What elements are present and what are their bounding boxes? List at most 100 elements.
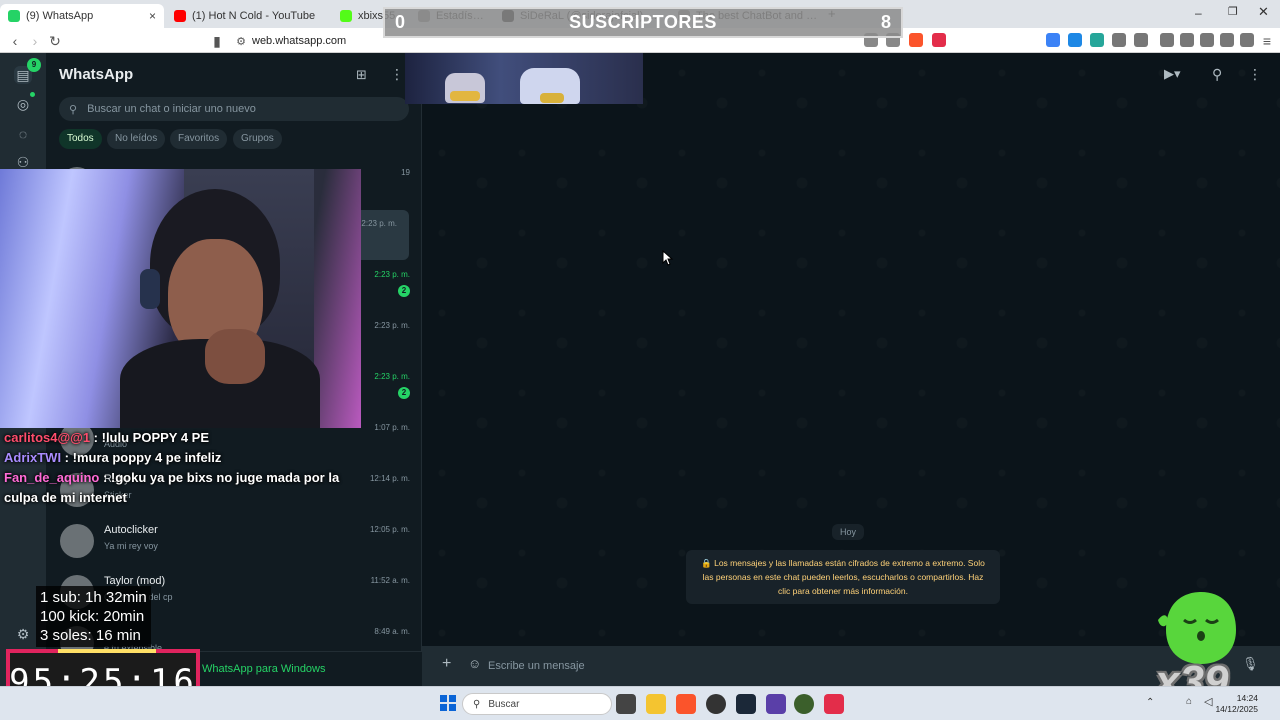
browser-tab[interactable]: (9) WhatsApp ×	[0, 4, 164, 28]
unread-count-badge: 2	[398, 387, 410, 399]
translate-icon[interactable]	[1090, 33, 1104, 47]
chat-text: : !mura poppy 4 pe infeliz	[61, 450, 222, 465]
chat-time: 2:23 p. m.	[374, 270, 410, 279]
more-options-icon[interactable]: ⋮	[390, 66, 404, 83]
brave-shield-icon[interactable]	[909, 33, 923, 47]
window-close-icon[interactable]: ✕	[1258, 4, 1269, 20]
unread-badge: 9	[27, 58, 41, 72]
chat-row[interactable]: Autoclicker Ya mi rey voy 12:05 p. m.	[46, 516, 422, 566]
channels-icon[interactable]: ◌	[14, 125, 32, 143]
extension-icon[interactable]	[1068, 33, 1082, 47]
tray-chevron-icon[interactable]: ⌃	[1146, 697, 1154, 708]
attach-icon[interactable]: +	[442, 655, 451, 673]
site-info-icon[interactable]: ⚙	[232, 32, 250, 50]
tab-title: (9) WhatsApp	[26, 10, 94, 22]
filter-chip[interactable]: No leídos	[107, 129, 166, 149]
chat-preview: Ya mi rey voy	[104, 541, 158, 551]
forward-icon[interactable]: ›	[26, 32, 44, 50]
video-call-icon[interactable]: ▶▾	[1164, 66, 1181, 82]
chat-time: 2:23 p. m.	[374, 321, 410, 330]
network-icon[interactable]: ⌂	[1186, 696, 1192, 707]
url-field[interactable]: web.whatsapp.com	[252, 32, 346, 50]
menu-icon[interactable]: ≡	[1258, 32, 1276, 50]
mouse-cursor-icon	[662, 250, 674, 266]
brave-icon[interactable]	[676, 694, 696, 714]
taskbar-search[interactable]: ⚲ Buscar	[462, 693, 612, 715]
stream-chat-message: carlitos4@@1 : !lulu POPPY 4 PE	[0, 428, 360, 448]
app-icon[interactable]	[766, 694, 786, 714]
stream-chat-message: Fan_de_aquino : !goku ya pe bixs no juge…	[0, 468, 360, 508]
message-input[interactable]: Escribe un mensaje	[488, 654, 1188, 678]
reload-icon[interactable]: ↻	[46, 32, 64, 50]
sub-count-left: 0	[395, 12, 406, 32]
brave-rewards-icon[interactable]	[824, 694, 844, 714]
conversation-pane: ▶▾ ⚲ ⋮ Hoy 🔒 Los mensajes y las llamadas…	[422, 53, 1280, 686]
ai-icon[interactable]	[1220, 33, 1234, 47]
filter-chip[interactable]: Todos	[59, 129, 102, 149]
vpn-icon[interactable]	[1240, 33, 1254, 47]
chat-time: 2:23 p. m.	[374, 372, 410, 381]
back-icon[interactable]: ‹	[6, 32, 24, 50]
status-dot	[30, 92, 35, 97]
avatar	[60, 524, 94, 558]
headphone-icon	[140, 269, 160, 309]
task-view-icon[interactable]	[616, 694, 636, 714]
obs-icon[interactable]	[706, 694, 726, 714]
minimize-icon[interactable]: –	[1195, 6, 1202, 20]
start-icon[interactable]	[440, 695, 456, 711]
youtube-icon	[174, 10, 186, 22]
chat-username: AdrixTWI	[4, 450, 62, 465]
search-icon: ⚲	[69, 103, 78, 116]
timer-accent	[58, 649, 156, 653]
restore-icon[interactable]: ❐	[1228, 5, 1238, 18]
kick-icon	[340, 10, 352, 22]
new-chat-icon[interactable]: ⊞	[356, 67, 367, 83]
xbox-icon[interactable]	[794, 694, 814, 714]
search-placeholder: Buscar un chat o iniciar uno nuevo	[87, 103, 256, 115]
taskbar-search-label: Buscar	[488, 698, 520, 710]
steam-icon[interactable]	[736, 694, 756, 714]
brave-rewards-icon[interactable]	[932, 33, 946, 47]
sub-goal-label: SUSCRIPTORES	[569, 12, 717, 32]
rate-line: 1 sub: 1h 32min	[40, 589, 147, 606]
sub-count-right: 8	[880, 12, 891, 32]
wallet-icon[interactable]	[1200, 33, 1214, 47]
search-input[interactable]: ⚲ Buscar un chat o iniciar uno nuevo	[59, 97, 409, 121]
chat-time: 8:49 a. m.	[374, 627, 410, 636]
tab-close-icon[interactable]: ×	[149, 9, 156, 23]
status-icon[interactable]: ◎	[14, 95, 32, 113]
tab-title: (1) Hot N Cold - YouTube	[192, 10, 316, 22]
microphone-icon[interactable]: 🎙	[1242, 656, 1259, 672]
unread-count-badge: 2	[398, 285, 410, 297]
chat-username: Fan_de_aquino	[4, 470, 100, 485]
character-shoe	[450, 91, 480, 101]
extension-icon[interactable]	[1134, 33, 1148, 47]
puzzle-icon[interactable]	[1112, 33, 1126, 47]
filter-chip[interactable]: Grupos	[233, 129, 282, 149]
clock-date: 14/12/2025	[1215, 704, 1258, 714]
extension-icon[interactable]	[1046, 33, 1060, 47]
settings-icon[interactable]: ⚙	[14, 625, 32, 643]
chat-time: 11:52 a. m.	[370, 576, 410, 585]
file-explorer-icon[interactable]	[646, 694, 666, 714]
chat-username: carlitos4@@1	[4, 430, 91, 445]
encryption-notice[interactable]: 🔒 Los mensajes y las llamadas están cifr…	[686, 550, 1000, 604]
browser-tab[interactable]: (1) Hot N Cold - YouTube	[166, 4, 330, 28]
filter-chip[interactable]: Favoritos	[170, 129, 228, 149]
system-clock[interactable]: 14:24 14/12/2025	[1215, 693, 1258, 715]
bookmark-icon[interactable]: ▮	[208, 32, 226, 50]
rate-line: 100 kick: 20min	[40, 608, 145, 625]
subscriber-goal-bar: 0 SUSCRIPTORES 8	[383, 7, 903, 38]
search-icon[interactable]: ⚲	[1212, 66, 1222, 83]
message-composer: + ☺ Escribe un mensaje 🎙	[422, 646, 1280, 686]
chat-time: 12:05 p. m.	[369, 525, 410, 534]
music-icon[interactable]	[1160, 33, 1174, 47]
sidebar-icon[interactable]	[1180, 33, 1194, 47]
volume-icon[interactable]: ◁	[1204, 695, 1212, 708]
emoji-icon[interactable]: ☺	[468, 656, 481, 671]
stream-chat-message: AdrixTWI : !mura poppy 4 pe infeliz	[0, 448, 360, 468]
chat-time: 12:14 p. m.	[369, 474, 410, 483]
windows-promo-label[interactable]: WhatsApp para Windows	[202, 663, 326, 675]
more-options-icon[interactable]: ⋮	[1248, 66, 1262, 83]
rate-line: 3 soles: 16 min	[40, 627, 141, 644]
